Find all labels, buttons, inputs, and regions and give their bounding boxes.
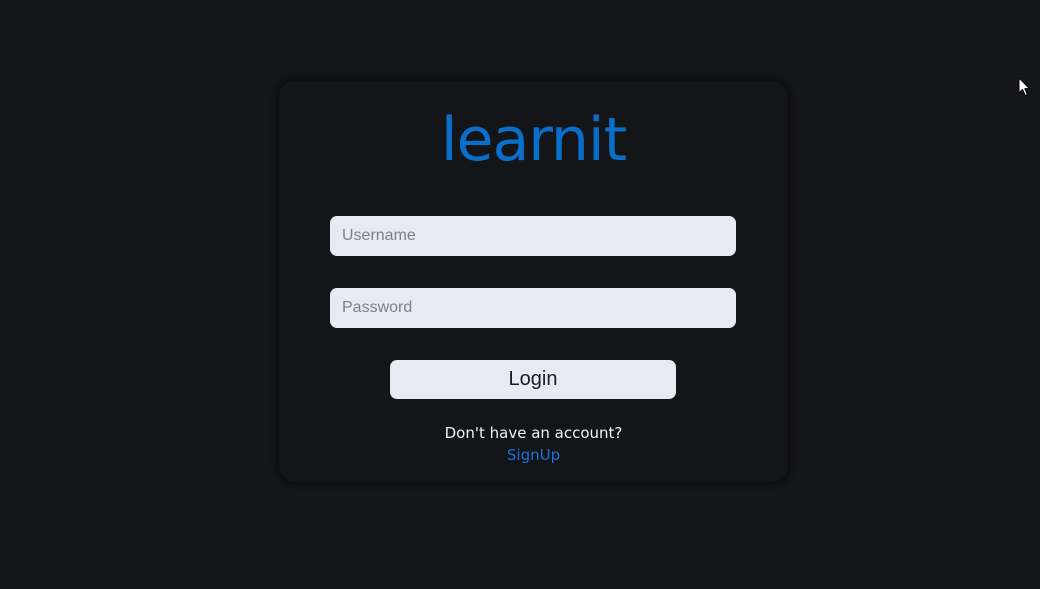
login-card: learnit Login Don't have an account? Sig… bbox=[279, 81, 788, 482]
signup-link[interactable]: SignUp bbox=[279, 446, 788, 464]
signup-prompt: Don't have an account? bbox=[444, 424, 623, 442]
page: { "brand": { "logo_text": "learnit", "co… bbox=[0, 0, 1040, 589]
username-input[interactable] bbox=[330, 216, 736, 256]
logo: learnit bbox=[440, 105, 627, 175]
mouse-pointer-icon bbox=[1018, 77, 1030, 96]
password-input[interactable] bbox=[330, 288, 736, 328]
login-button[interactable]: Login bbox=[390, 360, 676, 399]
